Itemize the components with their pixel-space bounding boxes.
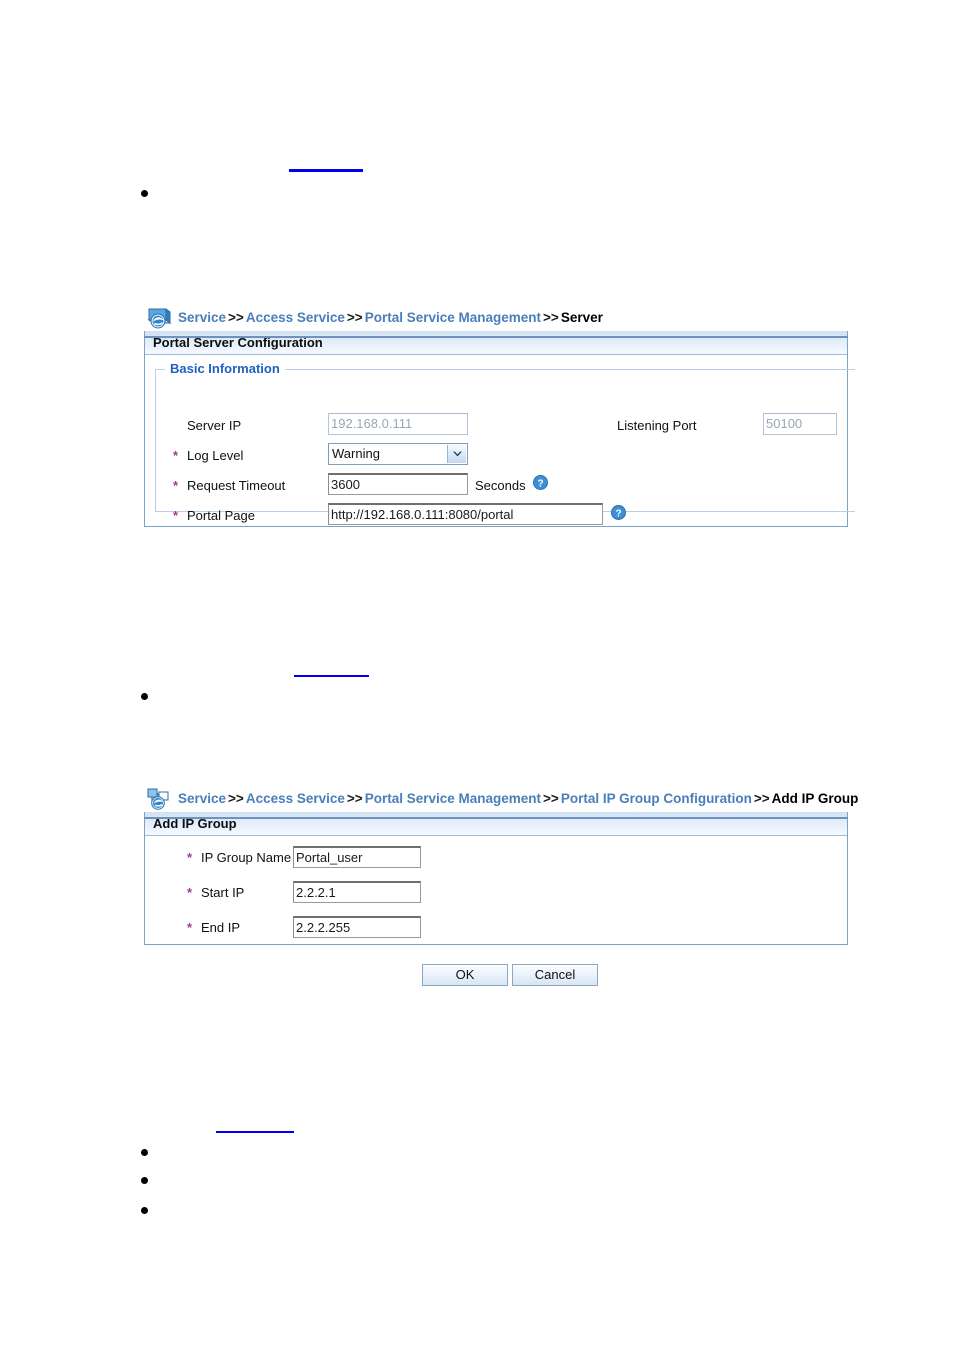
listening-port-label: Listening Port — [617, 418, 697, 433]
breadcrumb-item-service[interactable]: Service — [178, 310, 226, 325]
portal-server-configuration-screenshot: Service >> Access Service >> Portal Service … — [144, 305, 855, 537]
start-ip-required-marker: * — [187, 885, 193, 900]
breadcrumb-separator: >> — [543, 310, 559, 325]
document-bullet-1 — [141, 190, 148, 197]
add-ip-group-screenshot: Service >> Access Service >> Portal Service … — [144, 786, 858, 996]
help-icon[interactable]: ? — [611, 505, 626, 520]
breadcrumb-item-portal-service-management[interactable]: Portal Service Management — [365, 310, 541, 325]
panel-title: Add IP Group — [145, 812, 847, 836]
breadcrumb-item-access-service[interactable]: Access Service — [246, 310, 345, 325]
start-ip-label: Start IP — [201, 885, 245, 900]
ok-button[interactable]: OK — [422, 964, 508, 986]
request-timeout-unit: Seconds — [475, 478, 526, 493]
breadcrumb-divider — [144, 336, 848, 338]
request-timeout-required-marker: * — [173, 478, 179, 493]
breadcrumb-trail: Service >> Access Service >> Portal Service … — [178, 791, 858, 807]
document-link-2[interactable] — [294, 675, 369, 677]
help-icon[interactable]: ? — [533, 475, 548, 490]
breadcrumb-separator: >> — [228, 791, 244, 806]
request-timeout-input[interactable]: 3600 — [328, 473, 468, 495]
breadcrumb-separator: >> — [346, 310, 363, 325]
server-ip-label: Server IP — [187, 418, 242, 433]
log-level-label: Log Level — [187, 448, 244, 463]
breadcrumb-item-server: Server — [560, 310, 603, 325]
breadcrumb-item-add-ip-group: Add IP Group — [771, 791, 859, 806]
breadcrumb-divider — [144, 817, 848, 819]
ip-group-name-label: IP Group Name — [201, 850, 292, 865]
panel-title: Portal Server Configuration — [145, 331, 847, 355]
log-level-required-marker: * — [173, 448, 179, 463]
start-ip-input[interactable]: 2.2.2.1 — [293, 881, 421, 903]
breadcrumb-item-access-service[interactable]: Access Service — [246, 791, 345, 806]
portal-page-input[interactable]: http://192.168.0.111:8080/portal — [328, 503, 603, 525]
breadcrumb-separator: >> — [753, 791, 770, 806]
panel-body: * IP Group Name Portal_user * Start IP 2… — [145, 836, 847, 944]
breadcrumb: Service >> Access Service >> Portal Service … — [144, 786, 858, 812]
svg-text:?: ? — [537, 478, 543, 489]
document-bullet-4 — [141, 1177, 148, 1184]
breadcrumb-separator: >> — [543, 791, 559, 806]
svg-text:?: ? — [615, 508, 621, 519]
request-timeout-label: Request Timeout — [187, 478, 286, 493]
ip-group-name-required-marker: * — [187, 850, 193, 865]
document-bullet-5 — [141, 1207, 148, 1214]
basic-information-legend: Basic Information — [165, 361, 285, 376]
breadcrumb-item-portal-ip-group-configuration[interactable]: Portal IP Group Configuration — [561, 791, 752, 806]
breadcrumb-item-service[interactable]: Service — [178, 791, 226, 806]
breadcrumb-item-portal-service-management[interactable]: Portal Service Management — [365, 791, 541, 806]
breadcrumb-trail: Service >> Access Service >> Portal Service … — [178, 310, 603, 326]
document-bullet-2 — [141, 693, 148, 700]
ip-group-name-input[interactable]: Portal_user — [293, 846, 421, 868]
document-link-3[interactable] — [216, 1131, 294, 1133]
cancel-button[interactable]: Cancel — [512, 964, 598, 986]
panel-body: Basic Information Server IP 192.168.0.11… — [145, 355, 855, 526]
chevron-down-icon[interactable] — [447, 445, 466, 463]
breadcrumb: Service >> Access Service >> Portal Service … — [144, 305, 850, 331]
add-ip-group-panel: Add IP Group * IP Group Name Portal_user… — [144, 812, 848, 945]
listening-port-input[interactable]: 50100 — [763, 413, 837, 435]
end-ip-label: End IP — [201, 920, 241, 935]
log-level-select[interactable]: Warning — [328, 443, 468, 465]
log-level-selected-value: Warning — [332, 446, 380, 461]
end-ip-input[interactable]: 2.2.2.255 — [293, 916, 421, 938]
end-ip-required-marker: * — [187, 920, 193, 935]
document-bullet-3 — [141, 1149, 148, 1156]
breadcrumb-separator: >> — [346, 791, 363, 806]
portal-ip-group-icon — [146, 787, 172, 811]
document-link-1[interactable] — [289, 169, 363, 172]
portal-server-configuration-panel: Portal Server Configuration Basic Inform… — [144, 331, 855, 527]
portal-page-required-marker: * — [173, 508, 179, 523]
breadcrumb-separator: >> — [228, 310, 244, 325]
server-ip-input[interactable]: 192.168.0.111 — [328, 413, 468, 435]
portal-page-label: Portal Page — [187, 508, 255, 523]
portal-service-icon — [146, 306, 172, 330]
